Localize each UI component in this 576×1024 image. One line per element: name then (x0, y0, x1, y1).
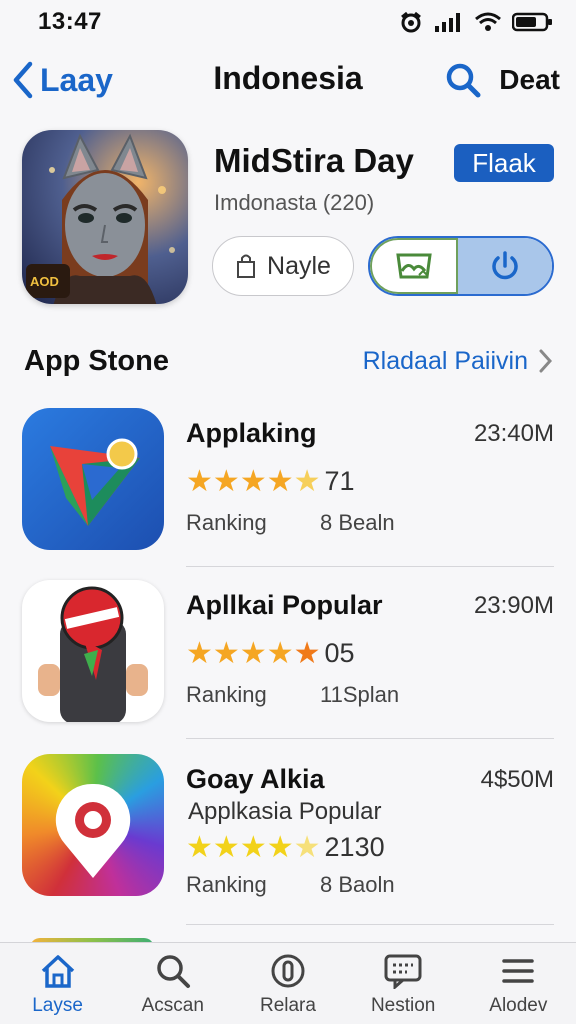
featured-app-subtitle: Imdonasta (220) (214, 190, 375, 215)
tab-label: Acscan (141, 995, 204, 1016)
star-icon: ★ (239, 463, 267, 499)
location-icon (401, 11, 421, 33)
image-card-icon (396, 253, 432, 279)
star-icon: ★ (239, 829, 267, 865)
app-subtitle: Applkasia Popular (188, 798, 382, 825)
app-list-item[interactable]: Goay Alkia 4$50M Applkasia Popular ★ ★ ★… (22, 754, 554, 926)
featured-app: AOD MidStira Day Flaak Imdonasta (220) N… (22, 130, 558, 306)
cat-woman-portrait-icon: AOD (26, 133, 175, 304)
rating-count: 2130 (324, 832, 385, 862)
tab-messages[interactable]: Nestion (348, 953, 458, 1017)
tab-label: Nestion (370, 995, 436, 1016)
star-icon: ★ (212, 635, 240, 671)
star-icon: ★ (293, 635, 321, 671)
app-time: 4$50M (480, 766, 554, 793)
status-time: 13:47 (38, 8, 102, 35)
nav-bar: Laay Indonesia Deat (0, 52, 576, 108)
see-all-link[interactable]: Rladaal Paiivin (363, 347, 552, 376)
search-icon[interactable] (445, 62, 481, 98)
featured-app-icon[interactable]: AOD (22, 130, 188, 304)
featured-app-badge-button[interactable]: Flaak (454, 144, 554, 182)
row-divider (186, 566, 554, 567)
rating-count: 71 (324, 466, 355, 496)
power-button[interactable] (458, 238, 552, 294)
star-rating: ★ ★ ★ ★ ★ 71 (186, 466, 355, 497)
nayle-button-label: Nayle (267, 251, 331, 280)
wifi-icon (475, 12, 501, 31)
chevron-right-icon (539, 349, 552, 373)
star-icon: ★ (293, 829, 321, 865)
status-bar: 13:47 (0, 0, 576, 44)
message-icon (384, 954, 422, 989)
tab-home[interactable]: Layse (3, 953, 113, 1017)
nayle-button[interactable]: Nayle (212, 236, 354, 296)
tab-label: Alodev (489, 995, 548, 1016)
star-icon: ★ (293, 463, 321, 499)
action-segmented-control (368, 236, 554, 296)
app-icon-art (55, 783, 131, 878)
app-meta-label: Ranking (186, 510, 267, 535)
cellular-signal-icon (435, 13, 460, 32)
status-icons (398, 11, 554, 33)
star-icon: ★ (186, 463, 213, 499)
star-icon: ★ (266, 463, 294, 499)
image-card-button[interactable] (370, 238, 458, 294)
star-icon: ★ (239, 635, 267, 671)
app-time: 23:40M (473, 420, 554, 447)
app-list-item[interactable]: Apllkai Popular 23:90M ★ ★ ★ ★ ★ 05 Rank… (22, 580, 554, 740)
app-meta-value: 11Splan (320, 682, 400, 707)
nav-action-button[interactable]: Deat (499, 64, 560, 96)
home-icon (41, 955, 74, 988)
star-icon: ★ (212, 463, 240, 499)
app-name: Applaking (186, 418, 317, 448)
star-rating: ★ ★ ★ ★ ★ 2130 (186, 832, 385, 863)
tab-circle[interactable]: Relara (233, 953, 343, 1017)
battery-icon (512, 12, 552, 32)
power-icon (492, 251, 518, 280)
stop-sign-icon (22, 580, 164, 722)
star-icon: ★ (186, 829, 213, 865)
section-title: App Stone (24, 344, 169, 377)
chevron-left-icon (13, 61, 33, 99)
app-name: Apllkai Popular (186, 590, 383, 620)
star-rating: ★ ★ ★ ★ ★ 05 (186, 638, 355, 669)
section-header: App Stone Rladaal Paiivin (24, 340, 552, 382)
back-button[interactable]: Laay (12, 56, 113, 104)
back-label: Laay (40, 61, 113, 98)
see-all-label: Rladaal Paiivin (362, 346, 528, 375)
circle-icon (271, 954, 305, 988)
menu-icon (502, 959, 535, 983)
star-icon: ★ (212, 829, 240, 865)
map-pin-icon (22, 754, 164, 896)
app-icon-art (38, 586, 148, 722)
tab-bar: Layse Acscan Relara Nestion Alodev (0, 942, 576, 1024)
featured-app-title: MidStira Day (214, 142, 414, 179)
app-meta-value: 8 Baoln (320, 872, 395, 897)
app-list-item[interactable]: Applaking 23:40M ★ ★ ★ ★ ★ 71 Ranking 8 … (22, 408, 554, 568)
tab-label: Relara (259, 995, 316, 1016)
tab-search[interactable]: Acscan (118, 953, 228, 1017)
shopping-bag-icon (237, 254, 256, 278)
play-triangle-icon (22, 408, 164, 550)
tab-menu[interactable]: Alodev (463, 953, 573, 1017)
featured-app-icon-text: AOD (30, 274, 59, 289)
row-divider (186, 738, 554, 739)
nav-actions: Deat (445, 58, 560, 102)
row-divider (186, 924, 554, 925)
app-meta-value: 8 Bealn (320, 510, 395, 535)
rating-count: 05 (324, 638, 355, 668)
star-icon: ★ (266, 829, 294, 865)
search-icon (157, 955, 190, 988)
app-time: 23:90M (473, 592, 554, 619)
star-icon: ★ (266, 635, 294, 671)
star-icon: ★ (186, 635, 213, 671)
app-icon-art (50, 438, 140, 526)
app-name: Goay Alkia (186, 764, 325, 794)
app-meta-label: Ranking (186, 872, 267, 897)
tab-label: Layse (32, 995, 83, 1016)
app-meta-label: Ranking (186, 682, 267, 707)
